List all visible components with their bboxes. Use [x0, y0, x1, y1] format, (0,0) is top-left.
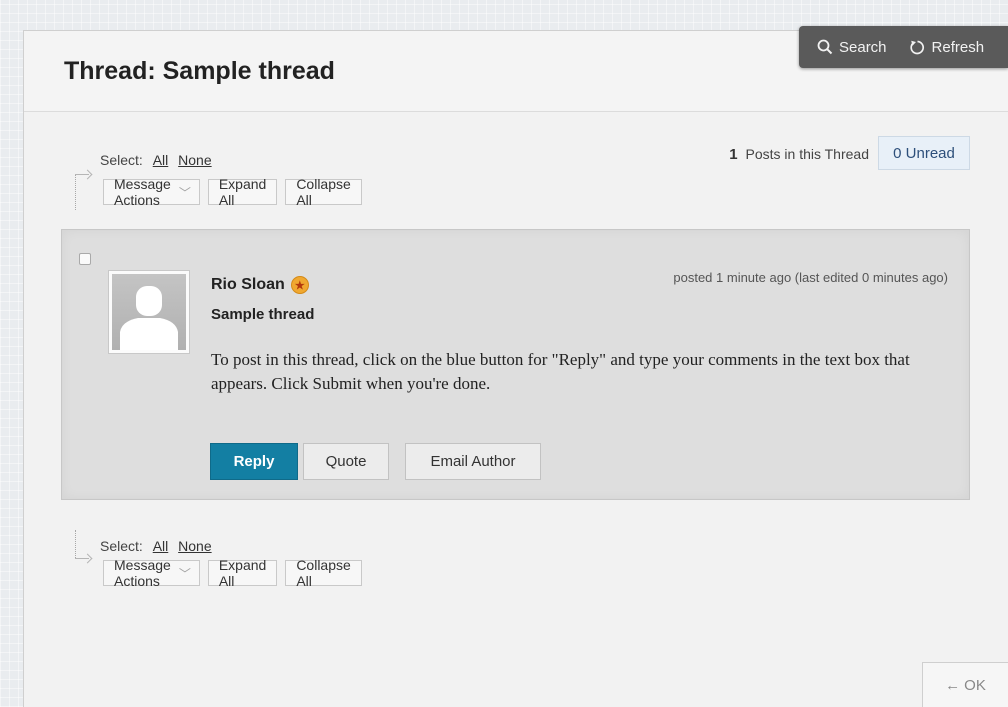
posts-label: Posts in this Thread [745, 146, 869, 162]
chevron-down-icon: ﹀ [178, 185, 191, 200]
select-all-link[interactable]: All [153, 152, 169, 168]
select-none-link[interactable]: None [178, 538, 211, 554]
post-count-number: 1 [729, 146, 738, 163]
post-select-checkbox[interactable] [79, 253, 91, 265]
avatar [108, 270, 190, 354]
chevron-down-icon: ﹀ [178, 566, 191, 581]
thread-toolbar: Message Actions ﹀ Expand All Collapse Al… [103, 557, 370, 589]
search-label: Search [839, 38, 887, 56]
post-timestamp: posted 1 minute ago (last edited 0 minut… [673, 270, 948, 285]
expand-all-button[interactable]: Expand All [207, 176, 278, 208]
back-arrow-icon: ← [945, 676, 961, 694]
select-all-link[interactable]: All [153, 538, 169, 554]
ok-label: OK [964, 676, 986, 694]
posts-count: 1 Posts in this Thread [729, 146, 869, 163]
collapse-all-button[interactable]: Collapse All [285, 557, 362, 589]
refresh-icon [909, 40, 924, 54]
post-body: To post in this thread, click on the blu… [211, 350, 910, 393]
search-button[interactable]: Search [817, 39, 887, 56]
email-author-button[interactable]: Email Author [405, 443, 541, 480]
search-icon [817, 39, 833, 55]
message-actions-button[interactable]: Message Actions ﹀ [103, 176, 200, 208]
reply-button[interactable]: Reply [210, 443, 298, 480]
select-label: Select: [100, 538, 143, 554]
unread-button[interactable]: 0 Unread [878, 136, 970, 170]
post-item: Rio Sloan ★ posted 1 minute ago (last ed… [61, 229, 970, 500]
page-title: Thread: Sample thread [64, 57, 335, 85]
collapse-all-button[interactable]: Collapse All [285, 176, 362, 208]
expand-all-button[interactable]: Expand All [207, 557, 278, 589]
top-action-bar: Search Refresh [799, 26, 1008, 68]
select-label: Select: [100, 152, 143, 168]
select-line: Select: All None [100, 538, 212, 554]
thread-toolbar: Message Actions ﹀ Expand All Collapse Al… [103, 176, 370, 208]
select-none-link[interactable]: None [178, 152, 211, 168]
refresh-label: Refresh [931, 38, 985, 56]
default-user-icon [112, 274, 186, 350]
post-author[interactable]: Rio Sloan ★ [211, 276, 309, 294]
author-name: Rio Sloan [211, 276, 285, 293]
star-badge-icon: ★ [290, 276, 309, 294]
ok-button[interactable]: ← OK [922, 662, 1008, 707]
quote-button[interactable]: Quote [303, 443, 389, 480]
post-subject: Sample thread [211, 306, 315, 323]
refresh-button[interactable]: Refresh [909, 38, 985, 56]
select-line: Select: All None [100, 152, 212, 168]
message-actions-button[interactable]: Message Actions ﹀ [103, 557, 200, 589]
post-actions: Reply Quote Email Author [210, 443, 546, 480]
